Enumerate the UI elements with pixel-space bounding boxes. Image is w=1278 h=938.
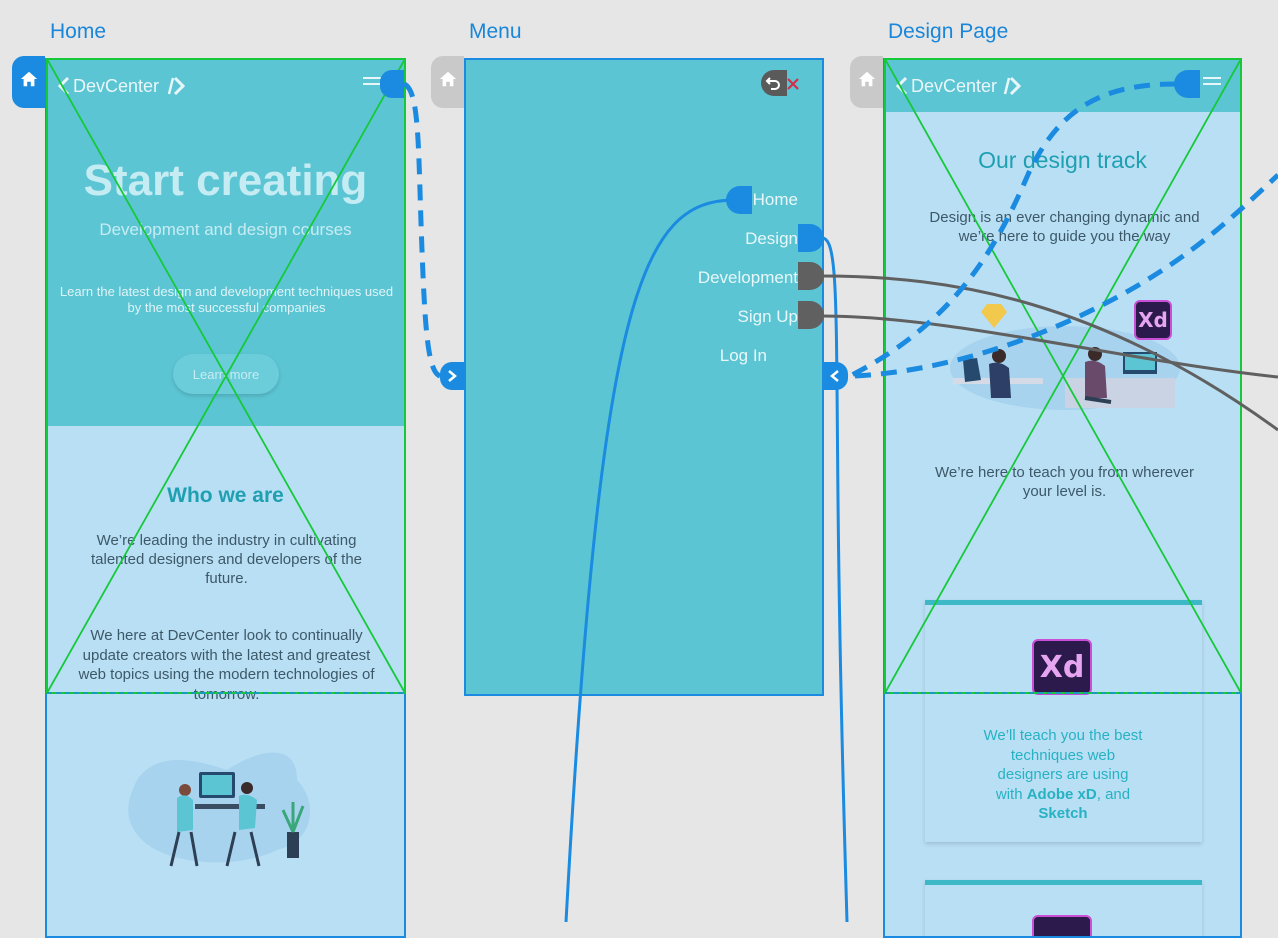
artboard-label-menu[interactable]: Menu [469,20,522,44]
wire-home-to-menu [402,81,442,379]
home-screen-tab[interactable] [12,56,45,108]
artboard-label-home[interactable]: Home [50,20,106,44]
home-logo[interactable]: DevCenter [73,76,159,97]
hamburger-line [1203,83,1221,85]
wire-handle-home[interactable] [726,186,752,214]
card-text-mid: , and [1096,785,1131,803]
home-artboard[interactable]: DevCenter Start creating Development and… [45,58,406,938]
wire-handle-home-menu[interactable] [380,70,404,98]
design-title: Our design track [978,147,1147,173]
chevron-left-icon [895,76,908,96]
learn-more-button[interactable]: Learn more [173,354,279,394]
menu-item-log-in[interactable]: Log In [720,346,767,366]
chevron-left-icon [57,76,70,96]
hamburger-line [1203,77,1221,79]
hero-title: Start creating [83,156,368,205]
design-intro: Design is an ever changing dynamic and w… [929,209,1200,245]
set-home-tab-design[interactable] [850,56,883,108]
menu-item-sign-up[interactable]: Sign Up [738,307,798,327]
card-bold-adobe-xd: Adobe xD [1026,785,1097,803]
back-interaction-handle[interactable] [761,70,787,96]
who-text-2: We here at DevCenter look to continually… [78,627,375,703]
menu-item-home[interactable]: Home [753,190,798,210]
set-home-tab-menu[interactable] [431,56,464,108]
artboard-label-design[interactable]: Design Page [888,20,1008,44]
hero-text: Learn the latest design and development … [59,284,394,315]
who-text-1: We’re leading the industry in cultivatin… [90,532,363,587]
hero-subtitle: Development and design courses [99,220,352,239]
menu-item-design[interactable]: Design [745,229,798,249]
home-icon [858,71,875,87]
home-topbar: DevCenter [47,60,404,112]
team-illustration [128,752,311,867]
hamburger-line [363,77,381,79]
menu-artboard[interactable]: Home Design Development Sign Up Log In [464,58,824,696]
hamburger-line [363,83,381,85]
close-icon[interactable] [786,77,800,91]
design-logo[interactable]: DevCenter [911,76,997,97]
xd-small-icon: Xd [1134,300,1172,340]
target-arrow-menu-right[interactable] [824,362,848,390]
wire-menu-design [821,236,849,922]
home-icon [20,71,37,87]
chevron-left-icon [830,370,839,382]
wire-handle-design-menu[interactable] [1174,70,1200,98]
card-text: We’ll teach you the best techniques web … [983,726,1143,824]
adobe-xd-icon: Xd [1032,639,1092,695]
undo-icon [765,77,780,90]
target-arrow-menu[interactable] [440,362,464,390]
design-card: Xd We’ll teach you the best techniques w… [925,600,1202,842]
home-icon [439,71,456,87]
code-slash-icon [1003,76,1021,96]
design-artboard[interactable]: DevCenter Our design track Design is an … [883,58,1242,938]
adobe-xd-icon [1032,915,1092,936]
card-bold-sketch: Sketch [1038,805,1088,822]
chevron-right-icon [448,370,457,382]
code-slash-icon [167,76,185,96]
design-card-2 [925,880,1202,936]
design-teach-text: We’re here to teach you from wherever yo… [934,464,1194,500]
menu-item-development[interactable]: Development [698,268,798,288]
who-title: Who we are [167,484,284,507]
